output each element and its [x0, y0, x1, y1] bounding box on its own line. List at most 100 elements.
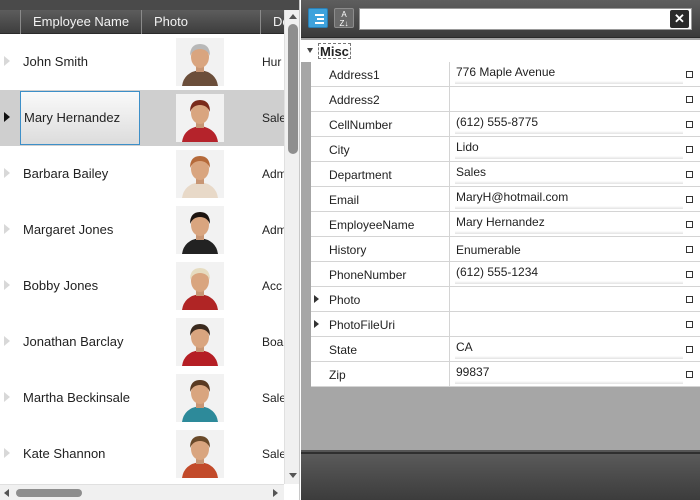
property-value-editor[interactable]: 776 Maple Avenue [455, 62, 685, 86]
editor-underline [455, 131, 683, 134]
scroll-left-arrow-icon[interactable] [4, 489, 9, 497]
property-row[interactable]: PhoneNumber (612) 555-1234 [311, 262, 700, 287]
property-name-label: EmployeeName [329, 218, 415, 232]
person-photo-icon [176, 374, 224, 422]
department-cell[interactable]: Hur [262, 34, 284, 90]
vertical-scrollbar[interactable] [284, 10, 299, 484]
person-photo-icon [176, 206, 224, 254]
table-row[interactable]: Bobby Jones Acc [0, 258, 284, 314]
table-row[interactable]: Kate Shannon Sale [0, 426, 284, 482]
table-row[interactable]: Martha Beckinsale Sale [0, 370, 284, 426]
employee-name-cell[interactable]: Martha Beckinsale [20, 370, 140, 426]
property-name-label: Photo [329, 293, 361, 307]
property-row[interactable]: EmployeeName Mary Hernandez [311, 212, 700, 237]
scroll-down-arrow-icon[interactable] [289, 473, 297, 478]
property-menu-square-icon[interactable] [686, 171, 693, 178]
property-value-editor[interactable] [455, 287, 685, 311]
editor-underline [455, 181, 683, 184]
property-value-text: 99837 [456, 365, 490, 379]
table-row[interactable]: Mary Hernandez Sale [0, 90, 284, 146]
property-value-editor[interactable]: 99837 [455, 362, 685, 386]
column-header-employee-name[interactable]: Employee Name [20, 10, 142, 34]
property-value-editor[interactable]: Enumerable [455, 237, 685, 261]
property-row[interactable]: State CA [311, 337, 700, 362]
expand-arrow-icon[interactable] [314, 320, 319, 328]
department-cell[interactable]: Sale [262, 370, 284, 426]
column-header-photo[interactable]: Photo [141, 10, 261, 34]
property-menu-square-icon[interactable] [686, 196, 693, 203]
vertical-scroll-thumb[interactable] [288, 24, 298, 154]
property-row[interactable]: City Lido [311, 137, 700, 162]
department-cell[interactable]: Sale [262, 426, 284, 482]
category-row[interactable]: Misc [301, 40, 700, 62]
row-indicator-icon [4, 336, 10, 346]
property-menu-square-icon[interactable] [686, 246, 693, 253]
property-row[interactable]: CellNumber (612) 555-8775 [311, 112, 700, 137]
scroll-up-arrow-icon[interactable] [289, 14, 297, 19]
employee-name-cell[interactable]: Jonathan Barclay [20, 314, 140, 370]
department-cell[interactable]: Sale [262, 90, 284, 146]
property-menu-square-icon[interactable] [686, 121, 693, 128]
property-menu-square-icon[interactable] [686, 296, 693, 303]
employee-name-cell[interactable]: John Smith [20, 34, 140, 90]
horizontal-scroll-thumb[interactable] [16, 489, 82, 497]
table-row[interactable]: Jonathan Barclay Boa [0, 314, 284, 370]
property-menu-square-icon[interactable] [686, 96, 693, 103]
property-row[interactable]: Photo [311, 287, 700, 312]
department-cell[interactable]: Adm [262, 202, 284, 258]
property-value-editor[interactable]: MaryH@hotmail.com [455, 187, 685, 211]
property-menu-square-icon[interactable] [686, 221, 693, 228]
employee-name-cell[interactable]: Mary Hernandez [20, 91, 140, 145]
department-cell[interactable]: Adm [262, 146, 284, 202]
property-row[interactable]: Address2 [311, 87, 700, 112]
table-row[interactable]: Barbara Bailey Adm [0, 146, 284, 202]
property-value-editor[interactable]: Sales [455, 162, 685, 186]
property-row[interactable]: Address1 776 Maple Avenue [311, 62, 700, 87]
property-menu-square-icon[interactable] [686, 371, 693, 378]
property-name: Zip [311, 362, 450, 386]
table-row[interactable]: Margaret Jones Adm [0, 202, 284, 258]
table-row[interactable]: John Smith Hur [0, 34, 284, 90]
department-cell[interactable]: Acc [262, 258, 284, 314]
person-photo-icon [176, 150, 224, 198]
department-cell[interactable]: Boa [262, 314, 284, 370]
property-value-editor[interactable] [455, 87, 685, 111]
clear-search-button[interactable]: ✕ [670, 10, 689, 28]
property-row[interactable]: Department Sales [311, 162, 700, 187]
property-row[interactable]: Email MaryH@hotmail.com [311, 187, 700, 212]
categorize-button[interactable] [308, 8, 328, 28]
property-menu-square-icon[interactable] [686, 321, 693, 328]
property-value-editor[interactable]: (612) 555-8775 [455, 112, 685, 136]
sort-alphabetical-button[interactable]: A Z↓ [334, 8, 354, 28]
employee-name-cell[interactable]: Margaret Jones [20, 202, 140, 258]
property-value-text: MaryH@hotmail.com [456, 190, 569, 204]
property-value-editor[interactable]: (612) 555-1234 [455, 262, 685, 286]
employee-name-cell[interactable]: Barbara Bailey [20, 146, 140, 202]
property-value-editor[interactable] [455, 312, 685, 336]
employee-name-cell[interactable]: Kate Shannon [20, 426, 140, 482]
property-value-editor[interactable]: Mary Hernandez [455, 212, 685, 236]
row-indicator-icon [4, 224, 10, 234]
property-menu-square-icon[interactable] [686, 346, 693, 353]
property-name: CellNumber [311, 112, 450, 136]
property-menu-square-icon[interactable] [686, 271, 693, 278]
property-row[interactable]: Zip 99837 [311, 362, 700, 387]
property-value-text: Sales [456, 165, 487, 179]
editor-underline [455, 281, 683, 284]
property-row[interactable]: PhotoFileUri [311, 312, 700, 337]
expand-arrow-icon[interactable] [314, 295, 319, 303]
row-indicator-icon [4, 112, 10, 122]
property-row[interactable]: History Enumerable [311, 237, 700, 262]
property-value-text: Mary Hernandez [456, 215, 545, 229]
property-menu-square-icon[interactable] [686, 146, 693, 153]
property-menu-square-icon[interactable] [686, 71, 693, 78]
horizontal-scrollbar[interactable] [0, 484, 284, 500]
property-value-editor[interactable]: Lido [455, 137, 685, 161]
property-name-label: Address2 [329, 93, 380, 107]
property-value-editor[interactable]: CA [455, 337, 685, 361]
property-name: State [311, 337, 450, 361]
collapse-triangle-icon[interactable] [307, 48, 313, 53]
scroll-right-arrow-icon[interactable] [273, 489, 278, 497]
employee-name-cell[interactable]: Bobby Jones [20, 258, 140, 314]
property-search-input[interactable] [359, 8, 692, 30]
